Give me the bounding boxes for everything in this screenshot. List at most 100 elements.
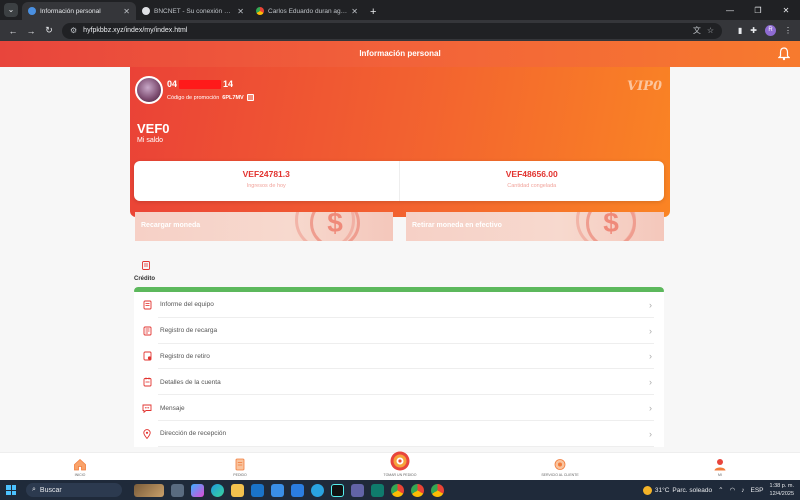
tiktok-app-icon[interactable] (331, 483, 344, 497)
user-id-suffix: 14 (223, 79, 234, 89)
tab-favicon (142, 7, 150, 15)
menu-item-account-details[interactable]: Detalles de la cuenta › (134, 369, 664, 395)
browser-menu-icon[interactable]: ⋮ (784, 26, 792, 35)
minimize-icon[interactable]: — (716, 6, 744, 15)
nav-profile[interactable]: MI (640, 453, 800, 480)
new-tab-button[interactable]: + (364, 6, 382, 20)
telegram-app-icon[interactable] (311, 483, 324, 497)
team-report-icon (142, 300, 152, 310)
browser-profile-avatar[interactable]: R (765, 25, 776, 36)
withdraw-banner[interactable]: $ Retirar moneda en efectivo (406, 212, 664, 241)
avatar[interactable] (135, 76, 163, 104)
copy-icon[interactable] (246, 94, 254, 101)
frozen-amount-stat: VEF48656.00 Cantidad congelada (398, 161, 665, 201)
bell-icon[interactable] (778, 47, 790, 61)
extensions-puzzle-icon[interactable]: ✚ (750, 26, 757, 35)
nav-label: INICIO (74, 473, 86, 477)
forward-icon[interactable]: → (22, 26, 40, 36)
chevron-right-icon: › (649, 351, 652, 362)
photos-app-icon[interactable] (271, 483, 284, 497)
windows-start-icon[interactable] (6, 485, 16, 495)
weather-temp: 31°C (654, 486, 670, 494)
nav-label: MI (718, 473, 722, 477)
taskbar-apps (134, 483, 444, 497)
taskbar-search[interactable]: ⌕ Buscar (26, 483, 122, 497)
window-controls: — ❐ ✕ (716, 0, 800, 20)
account-details-icon (142, 377, 152, 387)
menu-item-message[interactable]: Mensaje › (134, 395, 664, 421)
menu-item-label: Registro de retiro (160, 352, 210, 360)
task-view-icon[interactable] (171, 483, 184, 497)
weather-widget[interactable]: 31°C Parc. soleado (642, 485, 713, 495)
frozen-amount-label: Cantidad congelada (507, 183, 557, 189)
close-window-icon[interactable]: ✕ (772, 6, 800, 15)
menu-item-label: Registro de recarga (160, 327, 218, 335)
sun-icon (642, 485, 652, 495)
user-id: 04 14 (167, 79, 233, 89)
site-info-icon[interactable]: ⚙ (70, 26, 77, 35)
customer-service-icon (554, 459, 566, 470)
language-indicator[interactable]: ESP (751, 487, 764, 494)
taskbar-search-placeholder: Buscar (39, 486, 62, 494)
close-tab-icon[interactable]: ✕ (123, 7, 130, 16)
volume-icon[interactable]: ♪ (741, 487, 744, 494)
recharge-banner[interactable]: $ Recargar moneda (135, 212, 393, 241)
nav-customer-service[interactable]: SERVICIO AL CLIENTE (480, 453, 640, 480)
chrome-profile-2-app-icon[interactable] (431, 483, 444, 497)
user-id-prefix: 04 (167, 79, 178, 89)
balance-label: Mi saldo (137, 137, 164, 144)
extension-pin-icon[interactable]: ▮ (738, 26, 742, 35)
chevron-right-icon: › (649, 403, 652, 414)
edge-app-icon[interactable] (211, 483, 224, 497)
nav-orders[interactable]: PEDIDO (160, 453, 320, 480)
tab-title: Carlos Eduardo duran aguero | (268, 7, 347, 15)
store-app-icon[interactable] (291, 483, 304, 497)
tab-favicon (28, 7, 36, 15)
weather-desc: Parc. soleado (672, 486, 713, 494)
file-explorer-icon[interactable] (231, 483, 244, 497)
menu-item-withdraw-record[interactable]: Registro de retiro › (134, 344, 664, 370)
menu-item-label: Detalles de la cuenta (160, 378, 221, 386)
credit-label: Crédito (134, 276, 155, 282)
menu-item-team-report[interactable]: Informe del equipo › (134, 292, 664, 318)
profile-icon (714, 459, 726, 471)
address-bar[interactable]: ⚙ hyfpkbbz.xyz/index/my/index.html 文 ☆ (62, 22, 722, 39)
clock[interactable]: 1:38 p. m. 12/4/2025 (770, 482, 794, 498)
bookmark-star-icon[interactable]: ☆ (707, 26, 714, 35)
teams-app-icon[interactable] (351, 483, 364, 497)
nav-label: PEDIDO (233, 473, 247, 477)
chevron-right-icon: › (649, 299, 652, 310)
calendar-app-icon[interactable] (371, 483, 384, 497)
search-icon: ⌕ (32, 486, 36, 493)
menu-item-delivery-address[interactable]: Dirección de recepción › (134, 421, 664, 447)
today-income-stat: VEF24781.3 Ingresos de hoy (134, 161, 399, 201)
recharge-record-icon (142, 326, 152, 336)
translate-icon[interactable]: 文 (693, 25, 701, 36)
close-tab-icon[interactable]: ✕ (351, 7, 358, 16)
restore-icon[interactable]: ❐ (744, 6, 772, 15)
chrome-profile-app-icon[interactable] (411, 483, 424, 497)
nav-take-order[interactable]: TOMAR UN PEDIDO (320, 451, 480, 480)
nav-home[interactable]: INICIO (0, 453, 160, 480)
promo-code-row: Código de promoción 6PL7MV (167, 94, 254, 101)
account-menu: Informe del equipo › Registro de recarga… (134, 292, 664, 447)
extensions-area: ▮ ✚ R ⋮ (738, 25, 796, 36)
chrome-app-icon[interactable] (391, 483, 404, 497)
widgets-app-icon[interactable] (134, 483, 164, 497)
tab-title: BNCNET - Su conexión con el Ba (154, 7, 233, 15)
menu-item-recharge-record[interactable]: Registro de recarga › (134, 318, 664, 344)
tray-expand-icon[interactable]: ⌃ (718, 486, 723, 494)
outlook-app-icon[interactable] (251, 483, 264, 497)
balance-value: VEF0 (137, 121, 170, 136)
wifi-icon[interactable]: ◠ (730, 486, 736, 494)
back-icon[interactable]: ← (4, 26, 22, 36)
browser-tab-3[interactable]: Carlos Eduardo duran aguero | ✕ (250, 2, 364, 20)
reload-icon[interactable]: ↻ (40, 25, 58, 36)
copilot-app-icon[interactable] (191, 483, 204, 497)
chevron-right-icon: › (649, 325, 652, 336)
tab-search-button[interactable]: ⌄ (4, 3, 18, 17)
browser-tab-2[interactable]: BNCNET - Su conexión con el Ba ✕ (136, 2, 250, 20)
close-tab-icon[interactable]: ✕ (237, 7, 244, 16)
browser-tab-1[interactable]: Información personal ✕ (22, 2, 136, 20)
tab-favicon (256, 7, 264, 15)
